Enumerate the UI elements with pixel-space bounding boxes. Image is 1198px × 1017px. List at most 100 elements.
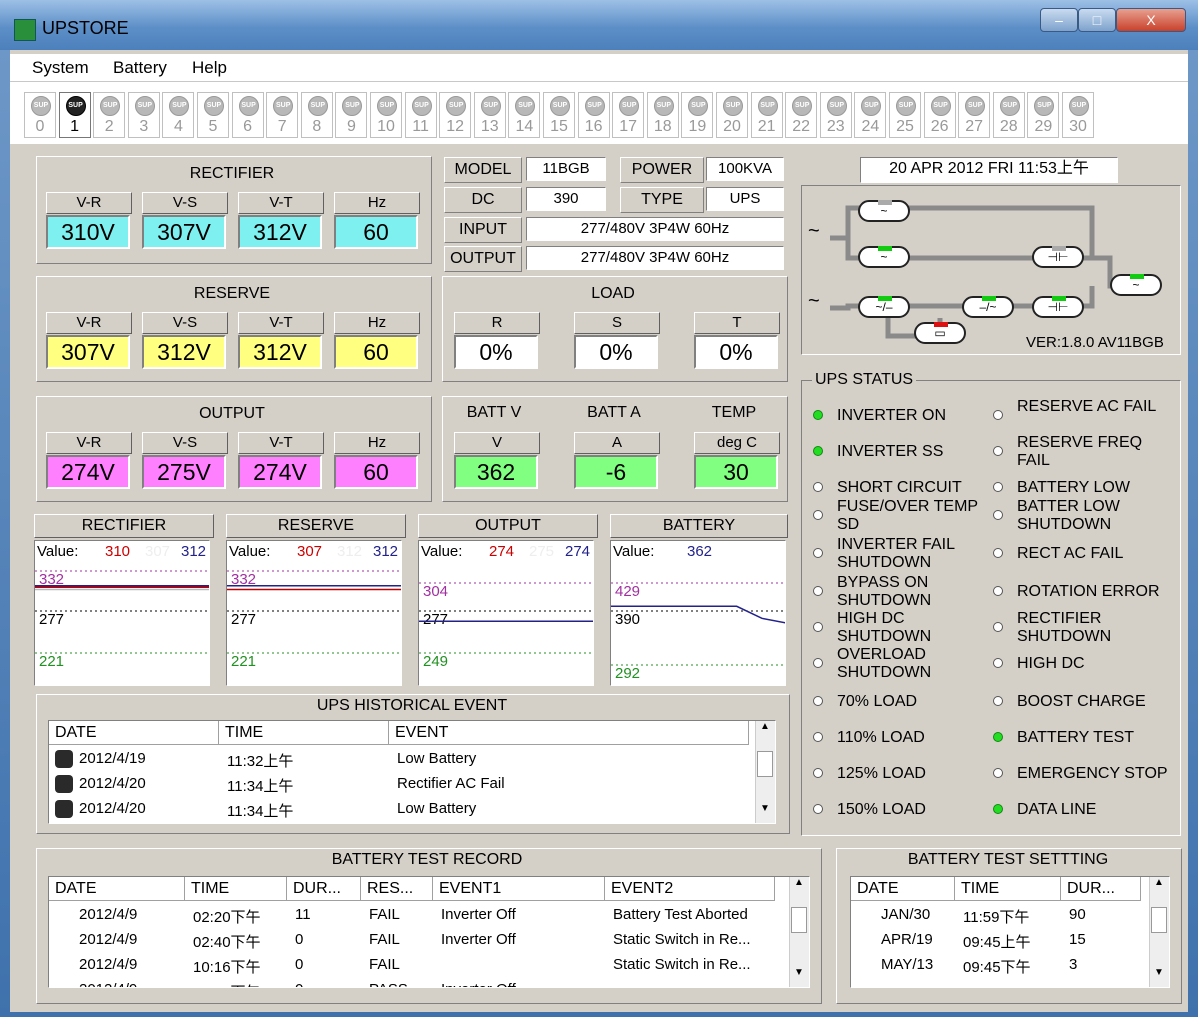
status-label-right-1: RESERVE FREQ FAIL bbox=[1017, 434, 1143, 469]
scrollbar[interactable]: ▲ ▼ bbox=[789, 877, 809, 987]
table-row[interactable]: 2012/4/9 02:20下午 11 FAIL Inverter Off Battery… bbox=[49, 903, 809, 928]
ups-unit-button-11[interactable]: SUP 11 bbox=[404, 92, 437, 138]
table-row[interactable]: JAN/30 11:59下午 90 bbox=[851, 903, 1169, 928]
minimize-button[interactable]: – bbox=[1040, 8, 1078, 32]
ups-unit-button-16[interactable]: SUP 16 bbox=[577, 92, 610, 138]
ups-unit-button-12[interactable]: SUP 12 bbox=[439, 92, 472, 138]
column-header-0[interactable]: DATE bbox=[49, 877, 185, 901]
ups-unit-button-7[interactable]: SUP 7 bbox=[266, 92, 299, 138]
scroll-thumb[interactable] bbox=[757, 751, 773, 777]
mimic-static-switch-2: ⊣⊢ bbox=[1032, 296, 1084, 318]
scroll-thumb[interactable] bbox=[1151, 907, 1167, 933]
status-indicator-left-4 bbox=[813, 548, 823, 558]
column-header-5[interactable]: EVENT2 bbox=[605, 877, 775, 901]
ups-unit-button-25[interactable]: SUP 25 bbox=[889, 92, 921, 138]
table-cell: Static Switch in Re... bbox=[613, 931, 751, 948]
table-row[interactable]: 2012/4/20 11:34上午 Rectifier AC Fail bbox=[49, 772, 775, 797]
table-row[interactable]: MAY/13 09:45下午 3 bbox=[851, 953, 1169, 978]
scroll-down-icon[interactable]: ▼ bbox=[756, 803, 774, 823]
table-row[interactable]: 2012/4/9 02:40下午 0 FAIL Inverter Off Static S… bbox=[49, 928, 809, 953]
ups-unit-button-26[interactable]: SUP 26 bbox=[923, 92, 956, 138]
table-cell: Battery Test Aborted bbox=[613, 906, 748, 923]
scroll-up-icon[interactable]: ▲ bbox=[790, 877, 808, 897]
menu-help[interactable]: Help bbox=[192, 58, 227, 78]
ups-unit-button-15[interactable]: SUP 15 bbox=[543, 92, 575, 138]
column-header-4[interactable]: EVENT1 bbox=[433, 877, 605, 901]
ups-unit-button-22[interactable]: SUP 22 bbox=[785, 92, 818, 138]
menu-system[interactable]: System bbox=[32, 58, 89, 78]
ups-unit-number: 21 bbox=[757, 118, 776, 135]
menu-battery[interactable]: Battery bbox=[113, 58, 167, 78]
scroll-up-icon[interactable]: ▲ bbox=[756, 721, 774, 741]
ups-unit-button-30[interactable]: SUP 30 bbox=[1062, 92, 1094, 138]
ups-unit-button-24[interactable]: SUP 24 bbox=[854, 92, 887, 138]
close-button[interactable]: X bbox=[1116, 8, 1186, 32]
table-cell: Static Switch in Re... bbox=[613, 956, 751, 973]
scroll-down-icon[interactable]: ▼ bbox=[790, 967, 808, 987]
column-header-2[interactable]: EVENT bbox=[389, 721, 749, 745]
batt-value-0: 362 bbox=[454, 455, 538, 489]
version-label: VER:1.8.0 AV11BGB bbox=[1026, 334, 1164, 351]
ups-unit-button-10[interactable]: SUP 10 bbox=[370, 92, 402, 138]
ups-selector-toolbar: SUP 0 SUP 1 SUP 2 SUP 3 SUP 4 SUP 5 SUP 6 SUP 7 SUP 8 SUP 9… bbox=[10, 82, 1188, 144]
ups-unit-button-20[interactable]: SUP 20 bbox=[716, 92, 748, 138]
column-header-1[interactable]: TIME bbox=[955, 877, 1061, 901]
status-indicator-right-4 bbox=[993, 548, 1003, 558]
column-header-3[interactable]: RES... bbox=[361, 877, 433, 901]
status-indicator-left-2 bbox=[813, 482, 823, 492]
ups-unit-button-1[interactable]: SUP 1 bbox=[58, 92, 91, 138]
ups-unit-button-19[interactable]: SUP 19 bbox=[681, 92, 714, 138]
ups-unit-number: 20 bbox=[723, 118, 741, 135]
table-cell: 2012/4/9 bbox=[79, 931, 138, 948]
column-header-1[interactable]: TIME bbox=[185, 877, 287, 901]
ups-unit-button-3[interactable]: SUP 3 bbox=[127, 92, 160, 138]
chart-title-3: BATTERY bbox=[610, 514, 788, 538]
scroll-down-icon[interactable]: ▼ bbox=[1150, 967, 1168, 987]
column-header-1[interactable]: TIME bbox=[219, 721, 389, 745]
maximize-button[interactable]: □ bbox=[1078, 8, 1116, 32]
ups-unit-button-21[interactable]: SUP 21 bbox=[750, 92, 783, 138]
ups-unit-button-13[interactable]: SUP 13 bbox=[473, 92, 506, 138]
history-list[interactable]: DATE TIME EVENT 2012/4/19 11:32上午 Low Battery… bbox=[48, 720, 776, 824]
column-header-2[interactable]: DUR... bbox=[287, 877, 361, 901]
ups-unit-button-17[interactable]: SUP 17 bbox=[612, 92, 645, 138]
ups-unit-button-29[interactable]: SUP 29 bbox=[1027, 92, 1060, 138]
ups-unit-button-8[interactable]: SUP 8 bbox=[300, 92, 333, 138]
batt-value-1: -6 bbox=[574, 455, 658, 489]
ups-unit-button-28[interactable]: SUP 28 bbox=[992, 92, 1025, 138]
ups-unit-button-23[interactable]: SUP 23 bbox=[819, 92, 852, 138]
ups-unit-button-5[interactable]: SUP 5 bbox=[197, 92, 229, 138]
output-value-0: 274V bbox=[46, 455, 130, 489]
table-row[interactable]: 2012/4/19 11:32上午 Low Battery bbox=[49, 747, 775, 772]
table-cell: APR/19 bbox=[881, 931, 933, 948]
ups-unit-button-27[interactable]: SUP 27 bbox=[958, 92, 991, 138]
table-row[interactable]: 2012/4/9 10:16下午 0 FAIL Static Switch in Re.… bbox=[49, 953, 809, 978]
output-header-1: V-S bbox=[142, 432, 228, 454]
status-label-left-6: HIGH DC SHUTDOWN bbox=[837, 610, 932, 645]
ups-unit-number: 9 bbox=[346, 118, 356, 135]
column-header-0[interactable]: DATE bbox=[851, 877, 955, 901]
ups-unit-button-9[interactable]: SUP 9 bbox=[335, 92, 368, 138]
table-row[interactable]: 2012/4/20 11:34上午 Low Battery bbox=[49, 797, 775, 822]
ups-unit-icon: SUP bbox=[653, 96, 674, 116]
table-row[interactable]: 2012/4/9 10:24下午 0 PASS Inverter Off bbox=[49, 978, 809, 987]
ups-unit-button-4[interactable]: SUP 4 bbox=[162, 92, 195, 138]
ups-unit-button-2[interactable]: SUP 2 bbox=[93, 92, 126, 138]
ups-unit-button-14[interactable]: SUP 14 bbox=[508, 92, 541, 138]
status-label-right-4: RECT AC FAIL bbox=[1017, 545, 1124, 562]
column-header-0[interactable]: DATE bbox=[49, 721, 219, 745]
ups-unit-number: 5 bbox=[208, 118, 218, 135]
battery-setting-list[interactable]: DATE TIME DUR... JAN/30 11:59下午 90 APR/19 09:45… bbox=[850, 876, 1170, 988]
ups-unit-icon: SUP bbox=[411, 96, 432, 116]
ups-unit-button-6[interactable]: SUP 6 bbox=[231, 92, 264, 138]
scrollbar[interactable]: ▲ ▼ bbox=[1149, 877, 1169, 987]
table-row[interactable]: APR/19 09:45上午 15 bbox=[851, 928, 1169, 953]
load-value-2: 0% bbox=[694, 335, 778, 369]
ups-unit-button-18[interactable]: SUP 18 bbox=[646, 92, 679, 138]
scrollbar[interactable]: ▲ ▼ bbox=[755, 721, 775, 823]
battery-test-list[interactable]: DATE TIME DUR... RES... EVENT1 EVENT2 2012/4/9… bbox=[48, 876, 810, 988]
scroll-thumb[interactable] bbox=[791, 907, 807, 933]
scroll-up-icon[interactable]: ▲ bbox=[1150, 877, 1168, 897]
ups-unit-button-0[interactable]: SUP 0 bbox=[24, 92, 56, 138]
column-header-2[interactable]: DUR... bbox=[1061, 877, 1141, 901]
